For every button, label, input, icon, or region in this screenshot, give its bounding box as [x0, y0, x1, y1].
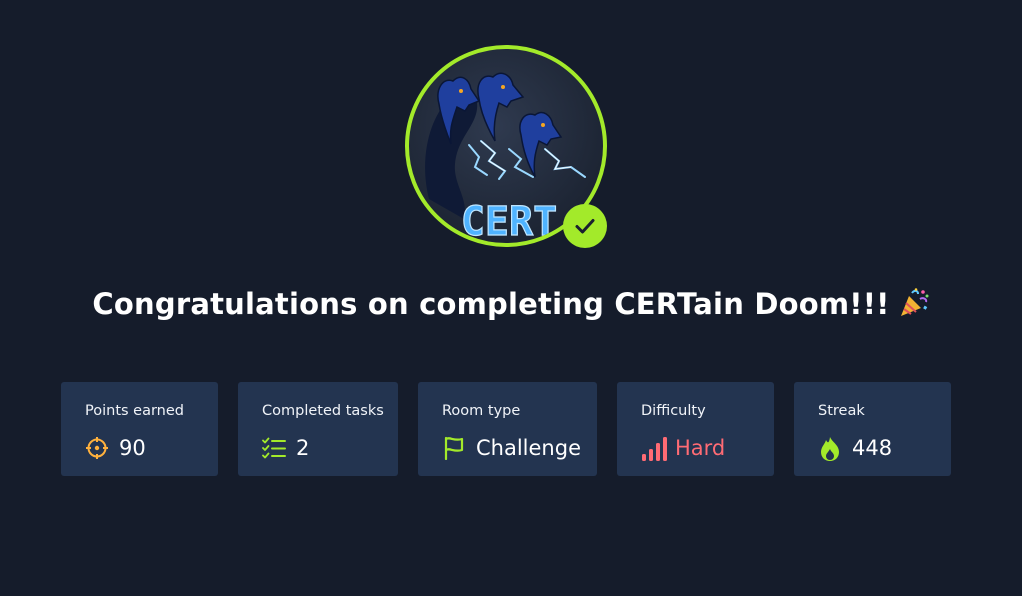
badge-text: CERT: [461, 199, 557, 243]
checklist-icon: [262, 436, 286, 460]
completion-heading: Congratulations on completing CERTain Do…: [0, 287, 1022, 326]
stat-card-difficulty: Difficulty Hard: [617, 382, 774, 476]
stat-value: Challenge: [476, 436, 581, 460]
flame-icon: [818, 436, 842, 461]
party-popper-icon: [898, 287, 930, 326]
room-badge: CERT: [405, 45, 607, 248]
stat-label: Room type: [442, 403, 521, 419]
signal-bars-icon: [641, 436, 667, 461]
flag-icon: [442, 436, 466, 461]
stat-card-room-type: Room type Challenge: [418, 382, 597, 476]
stat-value: Hard: [675, 436, 726, 460]
completion-heading-text: Congratulations on completing CERTain Do…: [92, 287, 890, 321]
stat-value: 2: [296, 436, 310, 460]
stat-label: Difficulty: [641, 403, 706, 419]
stat-value: 448: [852, 436, 893, 460]
stat-label: Points earned: [85, 403, 184, 419]
stat-label: Completed tasks: [262, 403, 384, 419]
crosshair-icon: [85, 436, 109, 460]
completed-check-icon: [563, 204, 607, 248]
stat-card-points: Points earned 90: [61, 382, 218, 476]
stat-label: Streak: [818, 403, 865, 419]
stat-card-streak: Streak 448: [794, 382, 951, 476]
stat-value: 90: [119, 436, 146, 460]
stat-card-tasks: Completed tasks 2: [238, 382, 398, 476]
